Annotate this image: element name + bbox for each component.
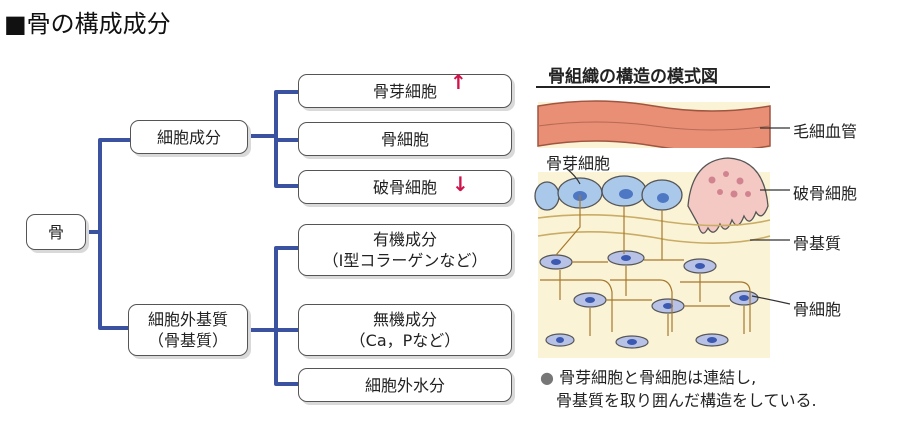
bone-tissue-illustration [534, 88, 791, 358]
label-bone-matrix: 骨基質 [793, 234, 842, 253]
node-osteoclast: 破骨細胞 [298, 170, 512, 204]
arrow-down-annotation: ↓ [452, 172, 469, 196]
note-bullet: ● [540, 368, 554, 387]
node-organic: 有機成分 （Ⅰ型コラーゲンなど） [298, 224, 512, 276]
node-ecm-line1: 細胞外基質 [147, 310, 228, 329]
label-osteoclast: 破骨細胞 [793, 184, 858, 203]
label-capillary: 毛細血管 [793, 122, 858, 141]
note-line2: 骨基質を取り囲んだ構造をしている. [556, 391, 817, 410]
schematic-note: ● 骨芽細胞と骨細胞は連結し, 骨基質を取り囲んだ構造をしている. [540, 366, 817, 412]
node-cell-components: 細胞成分 [130, 120, 248, 154]
node-ecm-line2: （骨基質） [147, 331, 228, 350]
node-inorganic-line1: 無機成分 [372, 310, 437, 329]
diagram-canvas [86, 88, 791, 386]
node-osteoblast-label: 骨芽細胞 [372, 81, 437, 101]
node-cell-components-label: 細胞成分 [156, 127, 221, 147]
schematic-title: 骨組織の構造の模式図 [548, 67, 718, 87]
node-osteoblast: 骨芽細胞 [298, 74, 512, 108]
node-water-label: 細胞外水分 [364, 375, 445, 395]
node-extracellular-water: 細胞外水分 [298, 368, 512, 402]
arrow-up-annotation: ↑ [450, 70, 467, 94]
node-organic-line2: （Ⅰ型コラーゲンなど） [322, 251, 488, 270]
node-osteocyte: 骨細胞 [298, 122, 512, 156]
node-bone: 骨 [26, 214, 86, 250]
note-line1: 骨芽細胞と骨細胞は連結し, [559, 368, 757, 387]
node-extracellular-matrix: 細胞外基質 （骨基質） [128, 304, 248, 356]
label-osteocyte: 骨細胞 [793, 300, 842, 319]
node-osteocyte-label: 骨細胞 [380, 129, 429, 149]
node-bone-label: 骨 [47, 222, 64, 242]
label-osteoblast: 骨芽細胞 [546, 154, 611, 173]
node-organic-line1: 有機成分 [372, 230, 437, 249]
node-osteoclast-label: 破骨細胞 [372, 177, 437, 197]
schematic-title-rule [536, 86, 770, 88]
node-inorganic: 無機成分 （Ca，Pなど） [298, 304, 512, 356]
node-inorganic-line2: （Ca，Pなど） [349, 331, 461, 350]
